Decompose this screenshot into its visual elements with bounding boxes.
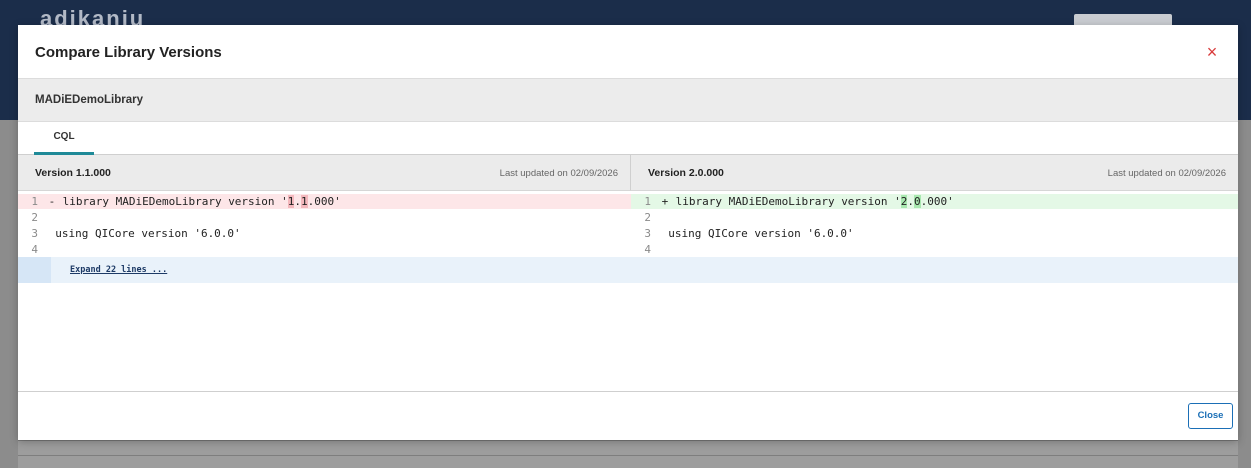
right-code-line: 3 using QICore version '6.0.0' bbox=[631, 226, 1238, 241]
divider bbox=[18, 455, 1238, 456]
right-code-line: 4 bbox=[631, 242, 1238, 257]
tab-cql[interactable]: CQL bbox=[34, 122, 94, 155]
library-name-bar: MADiEDemoLibrary bbox=[18, 79, 1238, 122]
line-number: 2 bbox=[31, 211, 38, 224]
compare-versions-dialog: Compare Library Versions × MADiEDemoLibr… bbox=[18, 25, 1238, 440]
added-marker: + bbox=[661, 195, 669, 208]
left-code-line: 2 bbox=[18, 210, 631, 225]
expand-collapsed-lines-row: Expand 22 lines ... bbox=[18, 257, 1238, 283]
left-version-label: Version 1.1.000 bbox=[35, 167, 111, 179]
left-code-line: 4 bbox=[18, 242, 631, 257]
close-button[interactable]: Close bbox=[1188, 403, 1233, 429]
line-number: 2 bbox=[644, 211, 651, 224]
line-number: 3 bbox=[31, 227, 38, 240]
dialog-header: Compare Library Versions × bbox=[18, 25, 1238, 79]
tabs-bar: CQL bbox=[18, 122, 1238, 155]
library-name: MADiEDemoLibrary bbox=[35, 94, 143, 106]
line-number: 1 bbox=[31, 195, 38, 208]
right-pane-header: Version 2.0.000 Last updated on 02/09/20… bbox=[631, 155, 1238, 191]
line-number: 4 bbox=[31, 243, 38, 256]
left-updated-label: Last updated on 02/09/2026 bbox=[499, 168, 618, 179]
removed-marker: - bbox=[48, 195, 56, 208]
right-updated-label: Last updated on 02/09/2026 bbox=[1107, 168, 1226, 179]
expand-lines-link[interactable]: Expand 22 lines ... bbox=[70, 265, 167, 275]
code-text: .000' bbox=[920, 195, 954, 208]
line-number: 3 bbox=[644, 227, 651, 240]
code-text: library MADiEDemoLibrary version ' bbox=[62, 195, 288, 208]
close-icon[interactable]: × bbox=[1201, 41, 1223, 63]
left-code-line: 1 - library MADiEDemoLibrary version '1.1… bbox=[18, 194, 631, 209]
dialog-title: Compare Library Versions bbox=[35, 44, 222, 61]
line-number: 4 bbox=[644, 243, 651, 256]
left-pane-header: Version 1.1.000 Last updated on 02/09/20… bbox=[18, 155, 631, 191]
diff-viewer: Version 1.1.000 Last updated on 02/09/20… bbox=[18, 155, 1238, 392]
expand-gutter bbox=[18, 257, 51, 283]
code-text: .000' bbox=[307, 195, 341, 208]
removed-highlight: 1 bbox=[301, 195, 308, 208]
right-code-line: 2 bbox=[631, 210, 1238, 225]
right-code-line: 1 + library MADiEDemoLibrary version '2.0… bbox=[631, 194, 1238, 209]
code-text: using QICore version '6.0.0' bbox=[655, 227, 854, 240]
line-number: 1 bbox=[644, 195, 651, 208]
code-text: using QICore version '6.0.0' bbox=[42, 227, 241, 240]
code-text: library MADiEDemoLibrary version ' bbox=[675, 195, 901, 208]
tab-label: CQL bbox=[53, 131, 75, 142]
right-version-label: Version 2.0.000 bbox=[648, 167, 724, 179]
added-highlight: 0 bbox=[914, 195, 921, 208]
left-code-line: 3 using QICore version '6.0.0' bbox=[18, 226, 631, 241]
page-content-backdrop bbox=[18, 440, 1238, 468]
